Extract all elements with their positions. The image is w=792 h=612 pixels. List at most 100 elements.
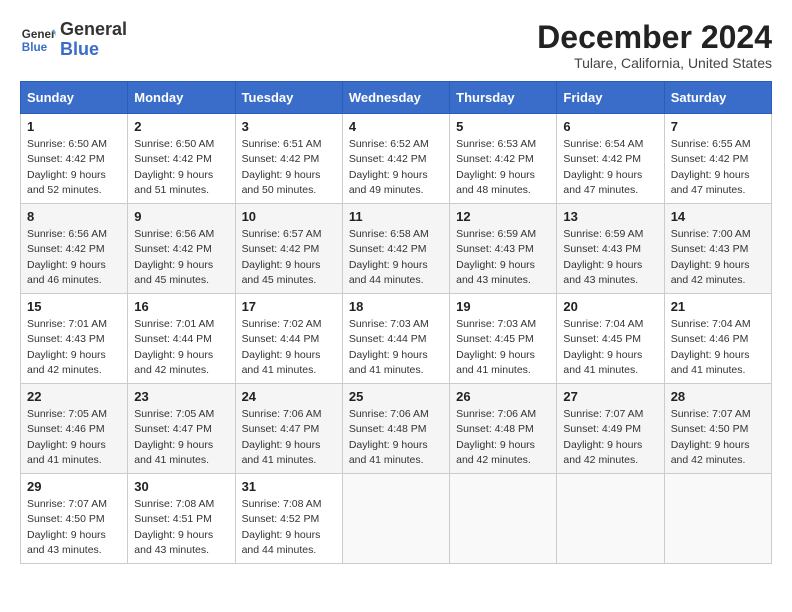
day-number: 26: [456, 389, 550, 404]
day-detail: Sunrise: 7:07 AMSunset: 4:50 PMDaylight:…: [671, 407, 765, 468]
calendar-cell: 23 Sunrise: 7:05 AMSunset: 4:47 PMDaylig…: [128, 384, 235, 474]
calendar-cell: 5 Sunrise: 6:53 AMSunset: 4:42 PMDayligh…: [450, 114, 557, 204]
day-detail: Sunrise: 6:58 AMSunset: 4:42 PMDaylight:…: [349, 227, 443, 288]
day-number: 4: [349, 119, 443, 134]
calendar-cell: 13 Sunrise: 6:59 AMSunset: 4:43 PMDaylig…: [557, 204, 664, 294]
day-detail: Sunrise: 7:03 AMSunset: 4:44 PMDaylight:…: [349, 317, 443, 378]
day-number: 24: [242, 389, 336, 404]
calendar-cell: 12 Sunrise: 6:59 AMSunset: 4:43 PMDaylig…: [450, 204, 557, 294]
day-number: 23: [134, 389, 228, 404]
day-detail: Sunrise: 7:07 AMSunset: 4:49 PMDaylight:…: [563, 407, 657, 468]
day-detail: Sunrise: 7:08 AMSunset: 4:52 PMDaylight:…: [242, 497, 336, 558]
day-number: 6: [563, 119, 657, 134]
calendar-cell: 17 Sunrise: 7:02 AMSunset: 4:44 PMDaylig…: [235, 294, 342, 384]
day-number: 18: [349, 299, 443, 314]
day-detail: Sunrise: 6:50 AMSunset: 4:42 PMDaylight:…: [27, 137, 121, 198]
day-number: 15: [27, 299, 121, 314]
calendar-cell: 10 Sunrise: 6:57 AMSunset: 4:42 PMDaylig…: [235, 204, 342, 294]
day-detail: Sunrise: 7:01 AMSunset: 4:43 PMDaylight:…: [27, 317, 121, 378]
day-number: 30: [134, 479, 228, 494]
calendar-cell: 19 Sunrise: 7:03 AMSunset: 4:45 PMDaylig…: [450, 294, 557, 384]
logo-icon: General Blue: [20, 22, 56, 58]
calendar-cell: 31 Sunrise: 7:08 AMSunset: 4:52 PMDaylig…: [235, 474, 342, 564]
logo: General Blue General Blue: [20, 20, 127, 60]
title-section: December 2024 Tulare, California, United…: [537, 20, 772, 71]
page-container: General Blue General Blue December 2024 …: [20, 20, 772, 564]
calendar-cell: 16 Sunrise: 7:01 AMSunset: 4:44 PMDaylig…: [128, 294, 235, 384]
day-detail: Sunrise: 7:06 AMSunset: 4:48 PMDaylight:…: [349, 407, 443, 468]
calendar-week-5: 29 Sunrise: 7:07 AMSunset: 4:50 PMDaylig…: [21, 474, 772, 564]
day-detail: Sunrise: 7:05 AMSunset: 4:46 PMDaylight:…: [27, 407, 121, 468]
day-number: 22: [27, 389, 121, 404]
calendar-cell: [557, 474, 664, 564]
col-monday: Monday: [128, 82, 235, 114]
calendar-cell: 24 Sunrise: 7:06 AMSunset: 4:47 PMDaylig…: [235, 384, 342, 474]
day-number: 17: [242, 299, 336, 314]
calendar-cell: 28 Sunrise: 7:07 AMSunset: 4:50 PMDaylig…: [664, 384, 771, 474]
day-detail: Sunrise: 7:06 AMSunset: 4:48 PMDaylight:…: [456, 407, 550, 468]
day-detail: Sunrise: 7:06 AMSunset: 4:47 PMDaylight:…: [242, 407, 336, 468]
calendar-cell: 14 Sunrise: 7:00 AMSunset: 4:43 PMDaylig…: [664, 204, 771, 294]
day-detail: Sunrise: 6:59 AMSunset: 4:43 PMDaylight:…: [456, 227, 550, 288]
day-detail: Sunrise: 7:01 AMSunset: 4:44 PMDaylight:…: [134, 317, 228, 378]
day-number: 10: [242, 209, 336, 224]
day-detail: Sunrise: 6:59 AMSunset: 4:43 PMDaylight:…: [563, 227, 657, 288]
day-detail: Sunrise: 7:08 AMSunset: 4:51 PMDaylight:…: [134, 497, 228, 558]
calendar-title: December 2024: [537, 20, 772, 55]
day-number: 5: [456, 119, 550, 134]
calendar-cell: 22 Sunrise: 7:05 AMSunset: 4:46 PMDaylig…: [21, 384, 128, 474]
day-number: 27: [563, 389, 657, 404]
day-detail: Sunrise: 7:00 AMSunset: 4:43 PMDaylight:…: [671, 227, 765, 288]
day-number: 16: [134, 299, 228, 314]
day-number: 2: [134, 119, 228, 134]
day-number: 31: [242, 479, 336, 494]
day-detail: Sunrise: 7:07 AMSunset: 4:50 PMDaylight:…: [27, 497, 121, 558]
col-sunday: Sunday: [21, 82, 128, 114]
day-number: 7: [671, 119, 765, 134]
calendar-week-1: 1 Sunrise: 6:50 AMSunset: 4:42 PMDayligh…: [21, 114, 772, 204]
calendar-cell: [664, 474, 771, 564]
day-number: 19: [456, 299, 550, 314]
col-wednesday: Wednesday: [342, 82, 449, 114]
calendar-cell: 21 Sunrise: 7:04 AMSunset: 4:46 PMDaylig…: [664, 294, 771, 384]
calendar-cell: 9 Sunrise: 6:56 AMSunset: 4:42 PMDayligh…: [128, 204, 235, 294]
calendar-week-3: 15 Sunrise: 7:01 AMSunset: 4:43 PMDaylig…: [21, 294, 772, 384]
calendar-cell: [450, 474, 557, 564]
svg-text:Blue: Blue: [22, 41, 48, 54]
day-detail: Sunrise: 6:57 AMSunset: 4:42 PMDaylight:…: [242, 227, 336, 288]
calendar-cell: 6 Sunrise: 6:54 AMSunset: 4:42 PMDayligh…: [557, 114, 664, 204]
day-detail: Sunrise: 7:04 AMSunset: 4:46 PMDaylight:…: [671, 317, 765, 378]
calendar-cell: 7 Sunrise: 6:55 AMSunset: 4:42 PMDayligh…: [664, 114, 771, 204]
day-detail: Sunrise: 6:54 AMSunset: 4:42 PMDaylight:…: [563, 137, 657, 198]
calendar-cell: 1 Sunrise: 6:50 AMSunset: 4:42 PMDayligh…: [21, 114, 128, 204]
day-number: 25: [349, 389, 443, 404]
day-number: 29: [27, 479, 121, 494]
calendar-cell: [342, 474, 449, 564]
day-detail: Sunrise: 6:52 AMSunset: 4:42 PMDaylight:…: [349, 137, 443, 198]
day-detail: Sunrise: 6:51 AMSunset: 4:42 PMDaylight:…: [242, 137, 336, 198]
day-detail: Sunrise: 7:03 AMSunset: 4:45 PMDaylight:…: [456, 317, 550, 378]
calendar-week-2: 8 Sunrise: 6:56 AMSunset: 4:42 PMDayligh…: [21, 204, 772, 294]
calendar-week-4: 22 Sunrise: 7:05 AMSunset: 4:46 PMDaylig…: [21, 384, 772, 474]
day-detail: Sunrise: 6:56 AMSunset: 4:42 PMDaylight:…: [27, 227, 121, 288]
calendar-cell: 18 Sunrise: 7:03 AMSunset: 4:44 PMDaylig…: [342, 294, 449, 384]
calendar-table: Sunday Monday Tuesday Wednesday Thursday…: [20, 81, 772, 564]
day-number: 20: [563, 299, 657, 314]
day-detail: Sunrise: 6:55 AMSunset: 4:42 PMDaylight:…: [671, 137, 765, 198]
day-number: 11: [349, 209, 443, 224]
calendar-cell: 8 Sunrise: 6:56 AMSunset: 4:42 PMDayligh…: [21, 204, 128, 294]
calendar-cell: 15 Sunrise: 7:01 AMSunset: 4:43 PMDaylig…: [21, 294, 128, 384]
col-friday: Friday: [557, 82, 664, 114]
day-number: 21: [671, 299, 765, 314]
calendar-subtitle: Tulare, California, United States: [537, 55, 772, 71]
day-detail: Sunrise: 6:50 AMSunset: 4:42 PMDaylight:…: [134, 137, 228, 198]
header-row: Sunday Monday Tuesday Wednesday Thursday…: [21, 82, 772, 114]
logo-text: General Blue: [60, 20, 127, 60]
day-number: 14: [671, 209, 765, 224]
header: General Blue General Blue December 2024 …: [20, 20, 772, 71]
calendar-cell: 25 Sunrise: 7:06 AMSunset: 4:48 PMDaylig…: [342, 384, 449, 474]
calendar-cell: 27 Sunrise: 7:07 AMSunset: 4:49 PMDaylig…: [557, 384, 664, 474]
day-number: 3: [242, 119, 336, 134]
day-number: 28: [671, 389, 765, 404]
svg-text:General: General: [22, 28, 56, 41]
